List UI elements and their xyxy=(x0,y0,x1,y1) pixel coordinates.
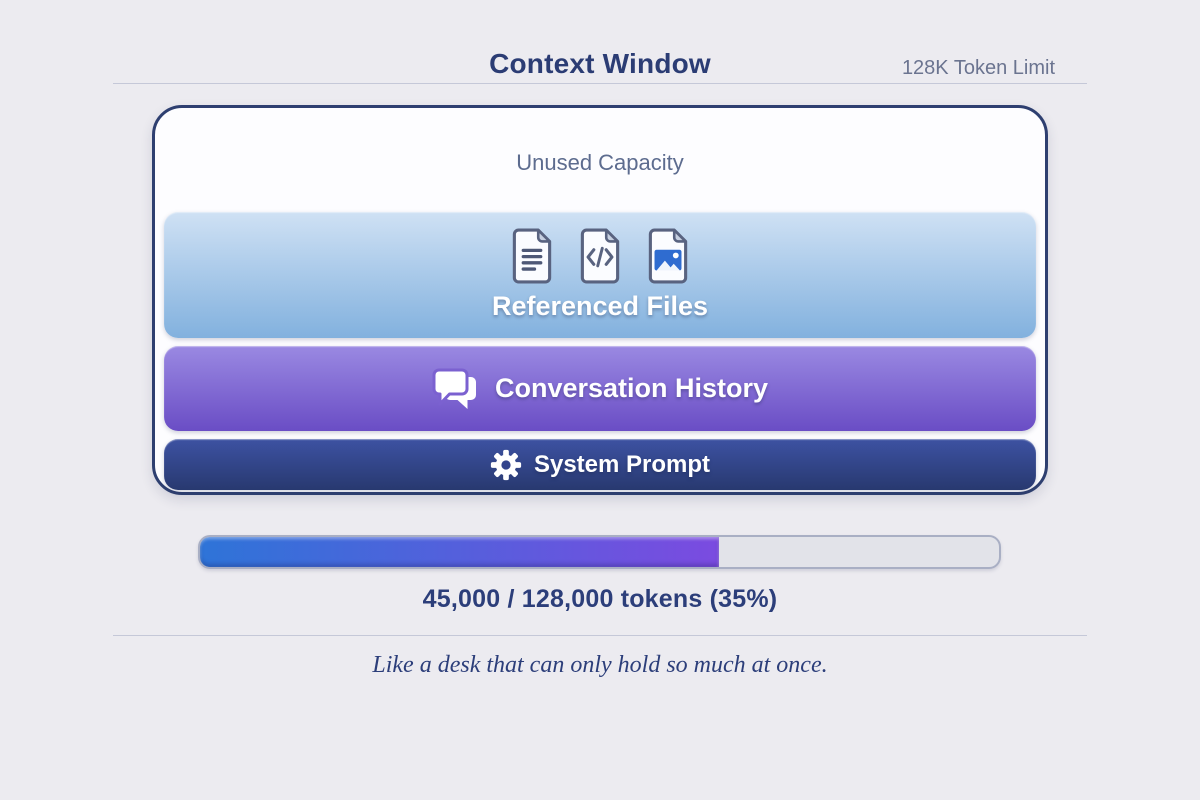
header-divider xyxy=(113,83,1087,84)
system-prompt-bar: System Prompt xyxy=(164,439,1036,490)
document-file-icon xyxy=(509,228,555,284)
referenced-files-label: Referenced Files xyxy=(492,291,708,322)
context-window-infographic: Context Window 128K Token Limit Unused C… xyxy=(0,0,1200,800)
token-limit-label: 128K Token Limit xyxy=(902,57,1055,80)
referenced-files-bar: Referenced Files xyxy=(164,212,1036,338)
footer-divider xyxy=(113,635,1087,636)
chat-bubbles-icon xyxy=(432,368,480,410)
unused-capacity-label: Unused Capacity xyxy=(155,150,1045,176)
image-file-icon xyxy=(645,228,691,284)
gear-icon xyxy=(490,449,522,481)
system-prompt-label: System Prompt xyxy=(534,451,710,479)
file-icons-row xyxy=(509,228,691,284)
token-usage-label: 45,000 / 128,000 tokens (35%) xyxy=(0,585,1200,614)
analogy-caption: Like a desk that can only hold so much a… xyxy=(0,652,1200,679)
conversation-history-bar: Conversation History xyxy=(164,346,1036,431)
token-usage-progress-bar xyxy=(198,535,1001,569)
context-window-container: Unused Capacity xyxy=(152,105,1048,495)
conversation-history-label: Conversation History xyxy=(495,373,768,404)
progress-bar-fill xyxy=(200,537,719,567)
code-file-icon xyxy=(577,228,623,284)
